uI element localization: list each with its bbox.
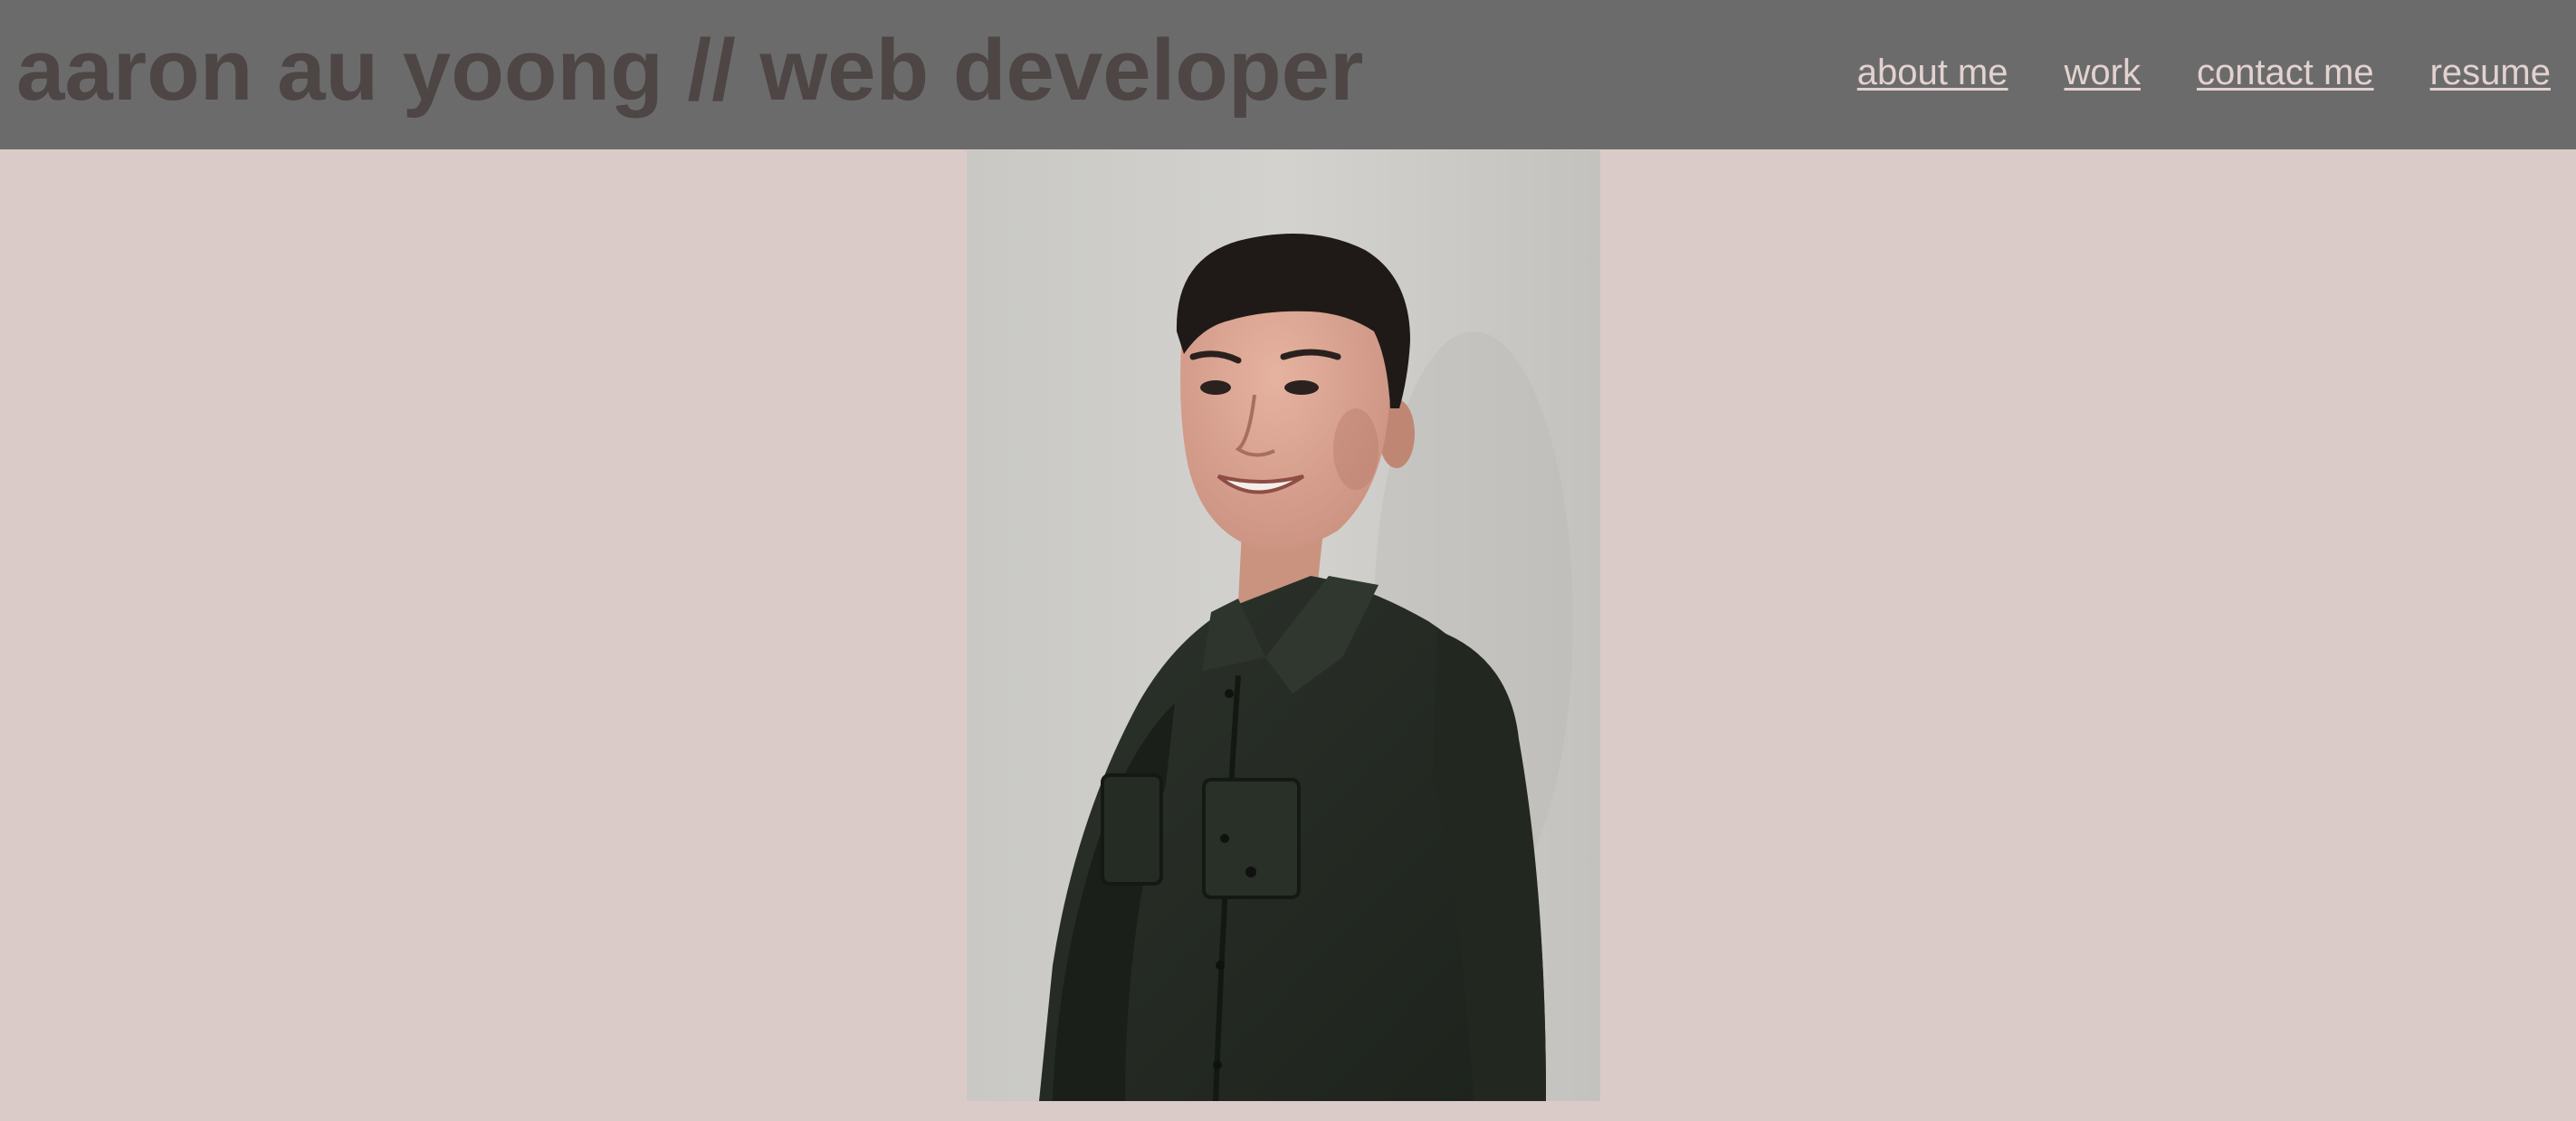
nav-link-contact-me[interactable]: contact me [2197, 51, 2374, 94]
site-title: aaron au yoong // web developer [16, 22, 1364, 119]
nav-link-resume[interactable]: resume [2430, 51, 2551, 94]
profile-photo [967, 150, 1600, 1101]
main-nav: about me work contact me resume [1857, 51, 2551, 94]
nav-link-about-me[interactable]: about me [1857, 51, 2008, 94]
profile-photo-illustration [967, 150, 1600, 1101]
site-header: aaron au yoong // web developer about me… [0, 0, 2576, 149]
nav-link-work[interactable]: work [2065, 51, 2141, 94]
